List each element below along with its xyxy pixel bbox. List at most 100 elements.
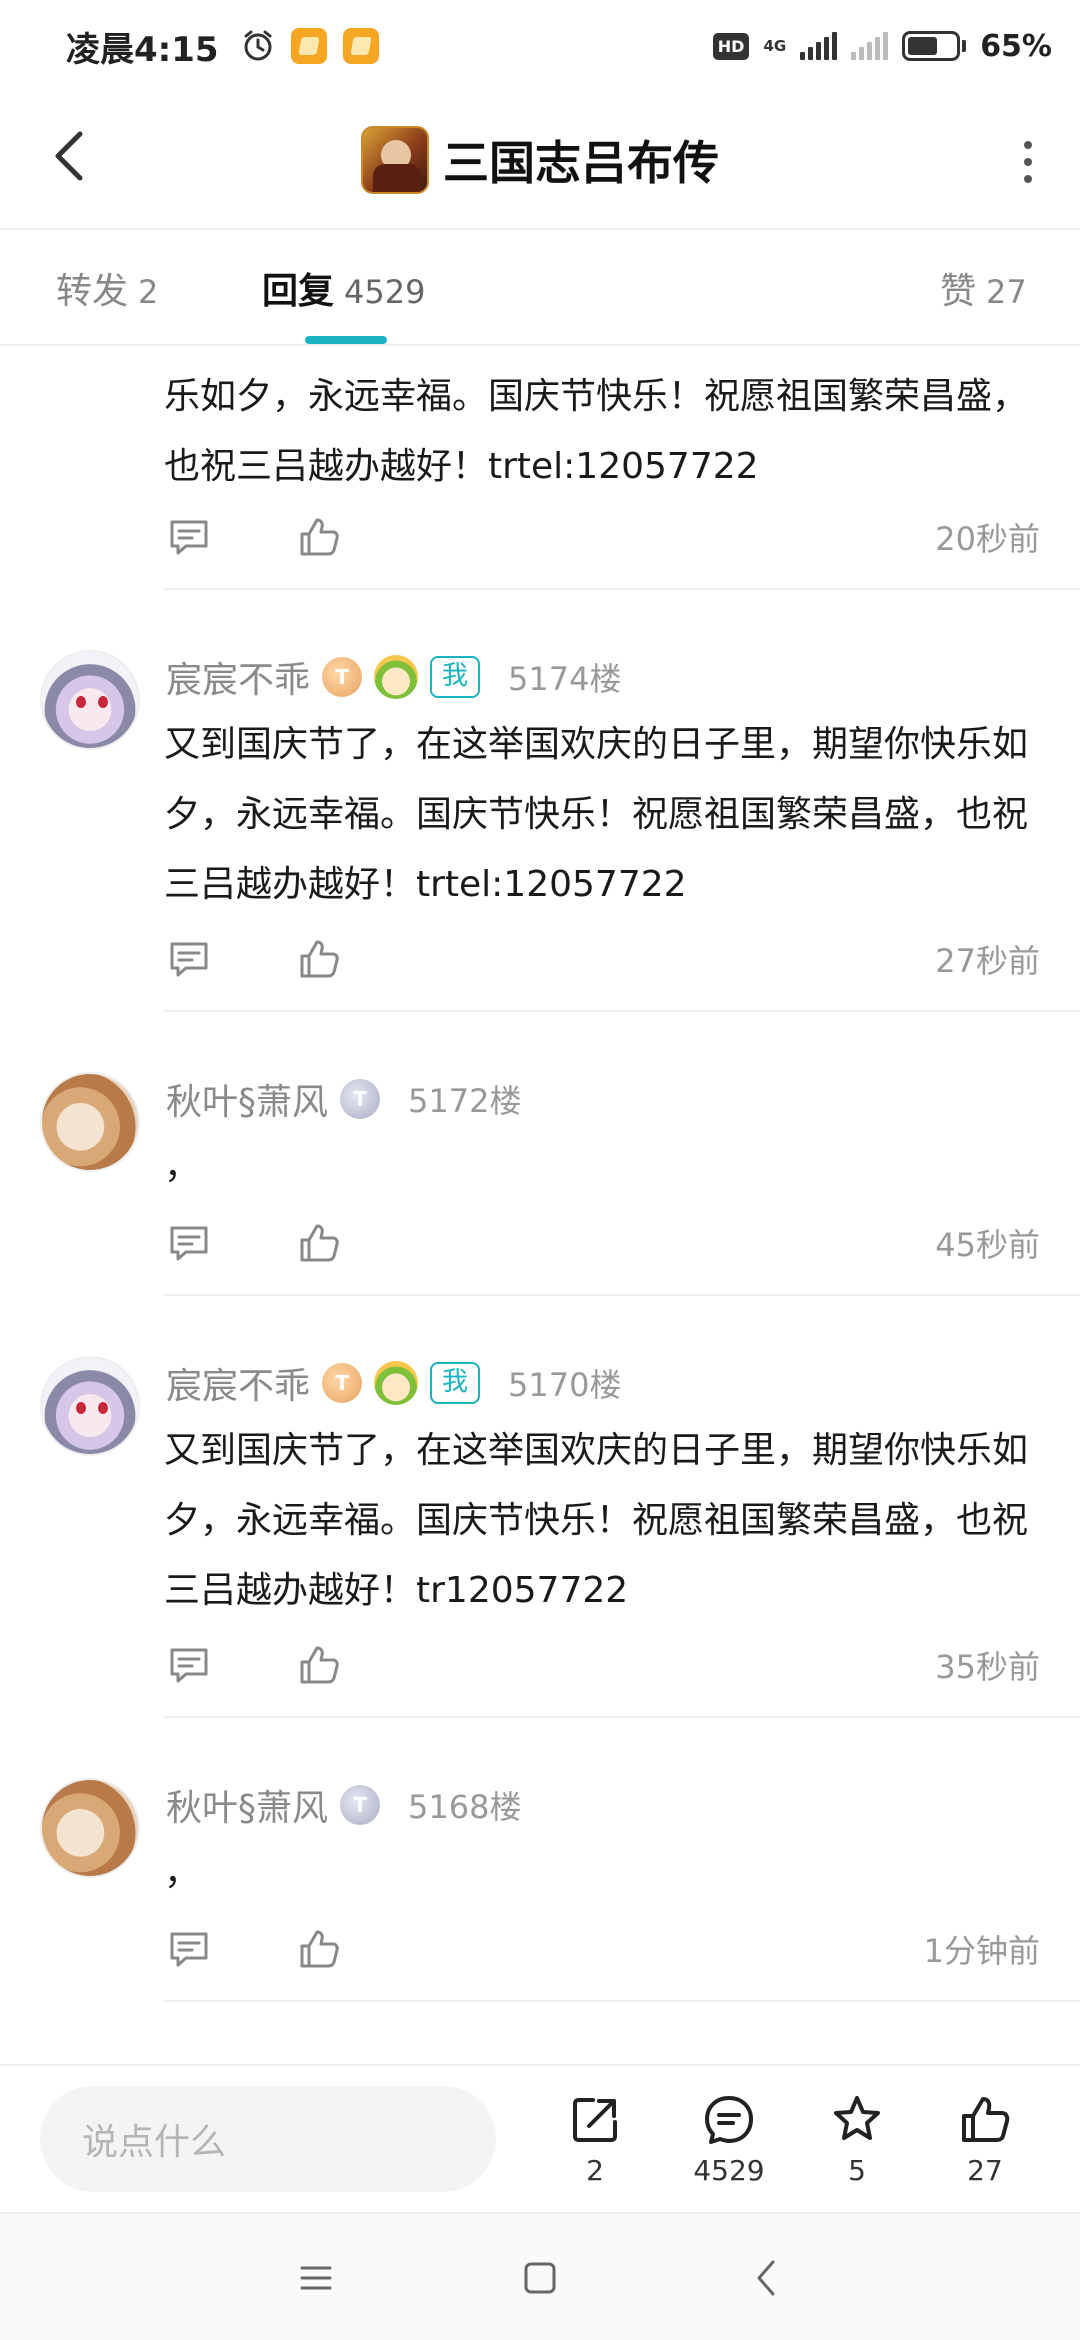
reply-text: 又到国庆节了，在这举国欢庆的日子里，期望你快乐如夕，永远幸福。国庆节快乐！祝愿祖… bbox=[164, 724, 1029, 905]
star-icon bbox=[834, 2096, 880, 2140]
like-icon[interactable] bbox=[296, 936, 342, 982]
tab-label: 赞 bbox=[940, 271, 977, 312]
reply-meta: 秋叶§萧风 T 5168楼 bbox=[166, 1780, 521, 1830]
username[interactable]: 秋叶§萧风 bbox=[166, 1073, 328, 1125]
home-icon bbox=[524, 2262, 556, 2294]
reply-text: 又到国庆节了，在这举国欢庆的日子里，期望你快乐如夕，永远幸福。国庆节快乐！祝愿祖… bbox=[164, 1430, 1029, 1611]
avatar[interactable] bbox=[40, 650, 140, 750]
thumbs-up-icon bbox=[962, 2097, 1010, 2142]
comment-icon[interactable] bbox=[166, 1926, 212, 1972]
menu-button[interactable] bbox=[286, 2248, 346, 2308]
system-nav-bar bbox=[0, 2212, 1080, 2340]
tab-label: 回复 bbox=[262, 271, 335, 312]
like-button[interactable]: 27 bbox=[930, 2092, 1040, 2187]
like-count: 27 bbox=[967, 2154, 1003, 2187]
comment-icon[interactable] bbox=[166, 514, 212, 560]
reply-time: 20秒前 bbox=[935, 520, 1040, 558]
page-title: 三国志吕布传 bbox=[443, 136, 719, 190]
reply-meta: 秋叶§萧风 T 5172楼 bbox=[166, 1074, 521, 1124]
bottom-action-bar: 说点什么 2 4529 5 27 bbox=[0, 2064, 1080, 2212]
avatar[interactable] bbox=[40, 1356, 140, 1456]
signal-icon bbox=[851, 32, 889, 60]
reply-time: 45秒前 bbox=[935, 1226, 1040, 1264]
like-icon[interactable] bbox=[296, 514, 342, 560]
divider bbox=[164, 1294, 1080, 1296]
username[interactable]: 秋叶§萧风 bbox=[166, 1779, 328, 1831]
divider bbox=[164, 588, 1080, 590]
reply-list[interactable]: 乐如夕，永远幸福。国庆节快乐！祝愿祖国繁荣昌盛，也祝三吕越办越好！trtel:1… bbox=[0, 346, 1080, 2064]
network-type: 4G bbox=[763, 36, 787, 55]
floor-number: 5170楼 bbox=[508, 1366, 622, 1404]
comment-icon[interactable] bbox=[166, 936, 212, 982]
status-left-icons bbox=[241, 28, 379, 64]
back-button[interactable] bbox=[40, 126, 100, 186]
tab-count: 2 bbox=[138, 273, 159, 311]
menu-icon bbox=[300, 2266, 332, 2290]
like-icon[interactable] bbox=[296, 1926, 342, 1972]
notification-icon bbox=[342, 28, 379, 64]
battery-level: 65% bbox=[980, 28, 1052, 64]
home-button[interactable] bbox=[510, 2248, 570, 2308]
reply-actions: 20秒前 bbox=[166, 512, 1040, 562]
reply-actions: 45秒前 bbox=[166, 1218, 1040, 1268]
favorite-button[interactable]: 5 bbox=[802, 2092, 912, 2187]
status-bar: 凌晨4:15 HD 4G 65% bbox=[0, 0, 1080, 92]
comment-button[interactable]: 4529 bbox=[674, 2092, 784, 2187]
share-icon bbox=[573, 2098, 617, 2142]
reply-actions: 27秒前 bbox=[166, 934, 1040, 984]
tab-active-indicator bbox=[305, 336, 387, 344]
level-badge-icon: T bbox=[322, 657, 363, 697]
reply-actions: 35秒前 bbox=[166, 1640, 1040, 1690]
status-right: HD 4G 65% bbox=[712, 28, 1052, 64]
hd-badge: HD bbox=[712, 32, 750, 60]
share-count: 2 bbox=[586, 2154, 604, 2187]
tab-reposts[interactable]: 转发 2 bbox=[56, 262, 158, 314]
reply-actions: 1分钟前 bbox=[166, 1924, 1040, 1974]
notification-icon bbox=[290, 28, 327, 64]
battery-icon bbox=[902, 31, 967, 61]
like-icon[interactable] bbox=[296, 1642, 342, 1688]
like-icon[interactable] bbox=[296, 1220, 342, 1266]
header: 三国志吕布传 bbox=[0, 92, 1080, 230]
more-vertical-icon[interactable] bbox=[1016, 132, 1040, 192]
level-badge-icon: T bbox=[322, 1363, 363, 1403]
character-badge-icon bbox=[374, 655, 419, 699]
tab-count: 27 bbox=[986, 273, 1027, 311]
back-nav-button[interactable] bbox=[736, 2248, 796, 2308]
back-icon bbox=[757, 2260, 775, 2296]
comment-input[interactable]: 说点什么 bbox=[40, 2086, 496, 2192]
comment-count: 4529 bbox=[693, 2154, 765, 2187]
username[interactable]: 宸宸不乖 bbox=[166, 651, 310, 703]
reply-time: 35秒前 bbox=[935, 1648, 1040, 1686]
character-badge-icon bbox=[374, 1361, 419, 1405]
tab-count: 4529 bbox=[344, 273, 426, 311]
tab-replies[interactable]: 回复 4529 bbox=[262, 262, 425, 314]
floor-number: 5168楼 bbox=[408, 1788, 522, 1826]
tab-likes[interactable]: 赞 27 bbox=[940, 262, 1027, 314]
reply-meta: 宸宸不乖 T 我 5174楼 bbox=[166, 652, 621, 702]
floor-number: 5174楼 bbox=[508, 660, 622, 698]
tab-bar: 转发 2 回复 4529 赞 27 bbox=[0, 230, 1080, 346]
comment-icon[interactable] bbox=[166, 1642, 212, 1688]
signal-icon bbox=[800, 32, 838, 60]
tab-label: 转发 bbox=[56, 271, 129, 312]
level-badge-icon: T bbox=[340, 1785, 381, 1825]
avatar[interactable] bbox=[40, 1072, 140, 1172]
comment-bubble-icon bbox=[705, 2096, 753, 2144]
back-arrow-icon bbox=[55, 131, 83, 181]
reply-text: ， bbox=[164, 1146, 201, 1187]
comment-icon[interactable] bbox=[166, 1220, 212, 1266]
reply-time: 1分钟前 bbox=[923, 1932, 1040, 1970]
status-time: 凌晨4:15 bbox=[66, 29, 219, 70]
share-button[interactable]: 2 bbox=[540, 2092, 650, 2187]
reply-text: 乐如夕，永远幸福。国庆节快乐！祝愿祖国繁荣昌盛，也祝三吕越办越好！trtel:1… bbox=[164, 376, 1029, 487]
me-badge: 我 bbox=[430, 656, 481, 698]
floor-number: 5172楼 bbox=[408, 1082, 522, 1120]
avatar[interactable] bbox=[40, 1778, 140, 1878]
divider bbox=[164, 1716, 1080, 1718]
alarm-icon bbox=[244, 30, 272, 61]
reply-time: 27秒前 bbox=[935, 942, 1040, 980]
username[interactable]: 宸宸不乖 bbox=[166, 1357, 310, 1409]
header-center[interactable]: 三国志吕布传 bbox=[361, 126, 719, 194]
level-badge-icon: T bbox=[340, 1079, 381, 1119]
